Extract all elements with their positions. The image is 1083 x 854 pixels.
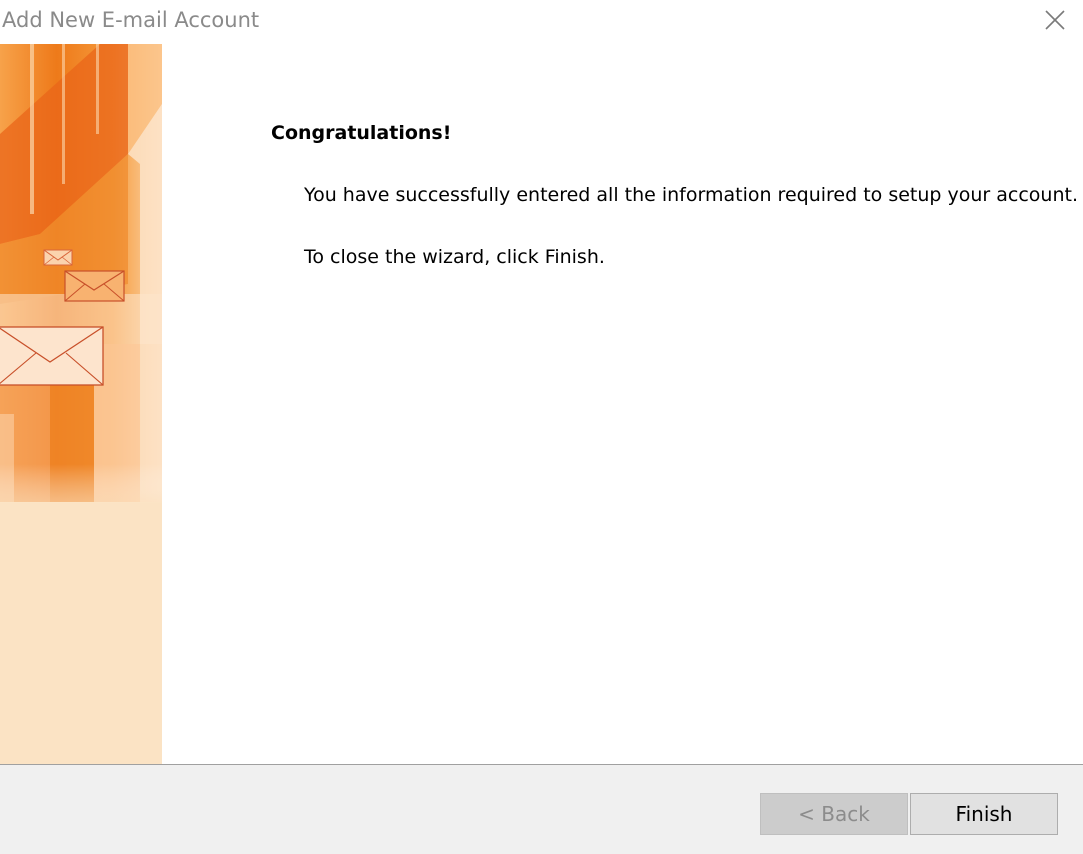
envelope-icon bbox=[43, 249, 73, 266]
finish-button[interactable]: Finish bbox=[910, 793, 1058, 835]
envelope-icon bbox=[0, 326, 104, 386]
window-title: Add New E-mail Account bbox=[2, 8, 260, 32]
button-bar: < Back Finish bbox=[0, 764, 1083, 854]
banner-graphic bbox=[0, 44, 162, 504]
congratulations-heading: Congratulations! bbox=[271, 122, 452, 144]
finish-instruction: To close the wizard, click Finish. bbox=[304, 246, 605, 268]
close-icon bbox=[1045, 10, 1065, 30]
wizard-banner bbox=[0, 44, 162, 764]
wizard-content: Congratulations! You have successfully e… bbox=[162, 44, 1083, 764]
success-message: You have successfully entered all the in… bbox=[304, 184, 1078, 206]
title-bar: Add New E-mail Account bbox=[0, 0, 1083, 44]
back-button[interactable]: < Back bbox=[760, 793, 908, 835]
envelope-icon bbox=[64, 270, 125, 302]
dialog-window: Add New E-mail Account Congratulations! … bbox=[0, 0, 1083, 854]
close-button[interactable] bbox=[1039, 6, 1071, 36]
